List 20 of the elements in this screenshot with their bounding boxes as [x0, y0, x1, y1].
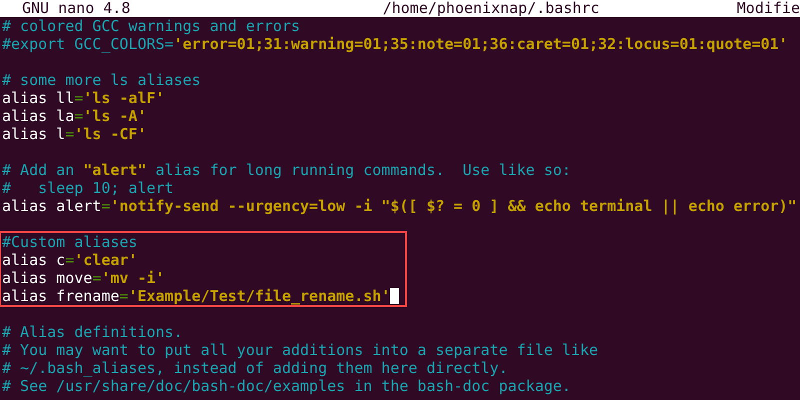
comment-line: #export GCC_COLORS='error=01;31:warning=01;35:note=01;36:caret=01;32:locus=01:quote=01': [2, 35, 788, 53]
comment-line: #Custom aliases: [2, 233, 138, 251]
modified-status: Modifie: [736, 0, 800, 17]
comment-line: # See /usr/share/doc/bash-doc/examples in the bash-doc package.: [2, 377, 571, 395]
app-version: GNU nano 4.8: [22, 0, 130, 17]
code-line: alias l='ls -CF': [2, 125, 146, 143]
comment-line: # ~/.bash_aliases, instead of adding them here directly.: [2, 359, 508, 377]
comment-line: # colored GCC warnings and errors: [2, 17, 300, 35]
code-line: alias frename='Example/Test/file_rename.sh': [2, 287, 390, 305]
file-path: /home/phoenixnap/.bashrc: [382, 0, 600, 17]
code-line: alias la='ls -A': [2, 107, 146, 125]
code-line: alias move='mv -i': [2, 269, 165, 287]
code-line: alias alert='notify-send --urgency=low -i "$([ $? = 0 ] && echo terminal || echo error)": [2, 197, 797, 215]
comment-line: # You may want to put all your additions into a separate file like: [2, 341, 598, 359]
comment-line: # sleep 10; alert: [2, 179, 174, 197]
comment-line: # some more ls aliases: [2, 71, 201, 89]
comment-line: # Alias definitions.: [2, 323, 183, 341]
code-line: alias ll='ls -alF': [2, 89, 165, 107]
code-line: alias c='clear': [2, 251, 138, 269]
comment-line: # Add an "alert" alias for long running commands. Use like so:: [2, 161, 571, 179]
